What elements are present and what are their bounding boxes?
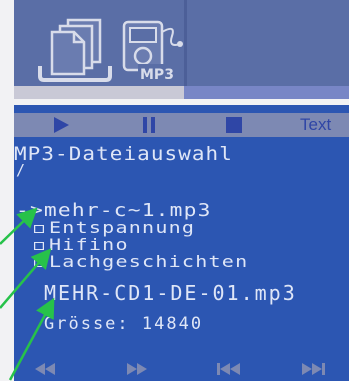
screen-title: MP3-Dateiauswahl	[14, 143, 233, 165]
transport-toolbar: Text	[14, 113, 349, 137]
pause-icon[interactable]	[142, 115, 156, 135]
fast-forward-icon[interactable]	[126, 360, 148, 379]
mp3-badge: MP3	[140, 67, 174, 83]
panel-bottom-edge-right	[184, 86, 349, 99]
stop-icon[interactable]	[226, 115, 242, 135]
panel-separator	[184, 0, 187, 86]
mp3-player-icon[interactable]: MP3	[120, 14, 186, 84]
text-button[interactable]: Text	[300, 115, 331, 135]
bullet-icon	[34, 258, 44, 267]
navigation-bar	[14, 351, 349, 381]
file-size: Grösse: 14840	[44, 314, 204, 334]
current-path: /	[16, 161, 27, 179]
rewind-icon[interactable]	[34, 360, 56, 379]
bullet-icon	[34, 224, 44, 233]
bullet-icon	[34, 241, 44, 250]
player-screen: Text MP3-Dateiauswahl / ->mehr-c~1.mp3 E…	[14, 105, 349, 381]
documents-icon[interactable]	[34, 14, 118, 84]
next-track-icon[interactable]	[301, 360, 325, 379]
current-file-name: MEHR-CD1-DE-01.mp3	[44, 281, 297, 305]
top-icon-panel: MP3	[14, 0, 349, 99]
previous-track-icon[interactable]	[217, 360, 241, 379]
list-item[interactable]: Lachgeschichten	[34, 252, 248, 271]
play-icon[interactable]	[52, 115, 70, 135]
